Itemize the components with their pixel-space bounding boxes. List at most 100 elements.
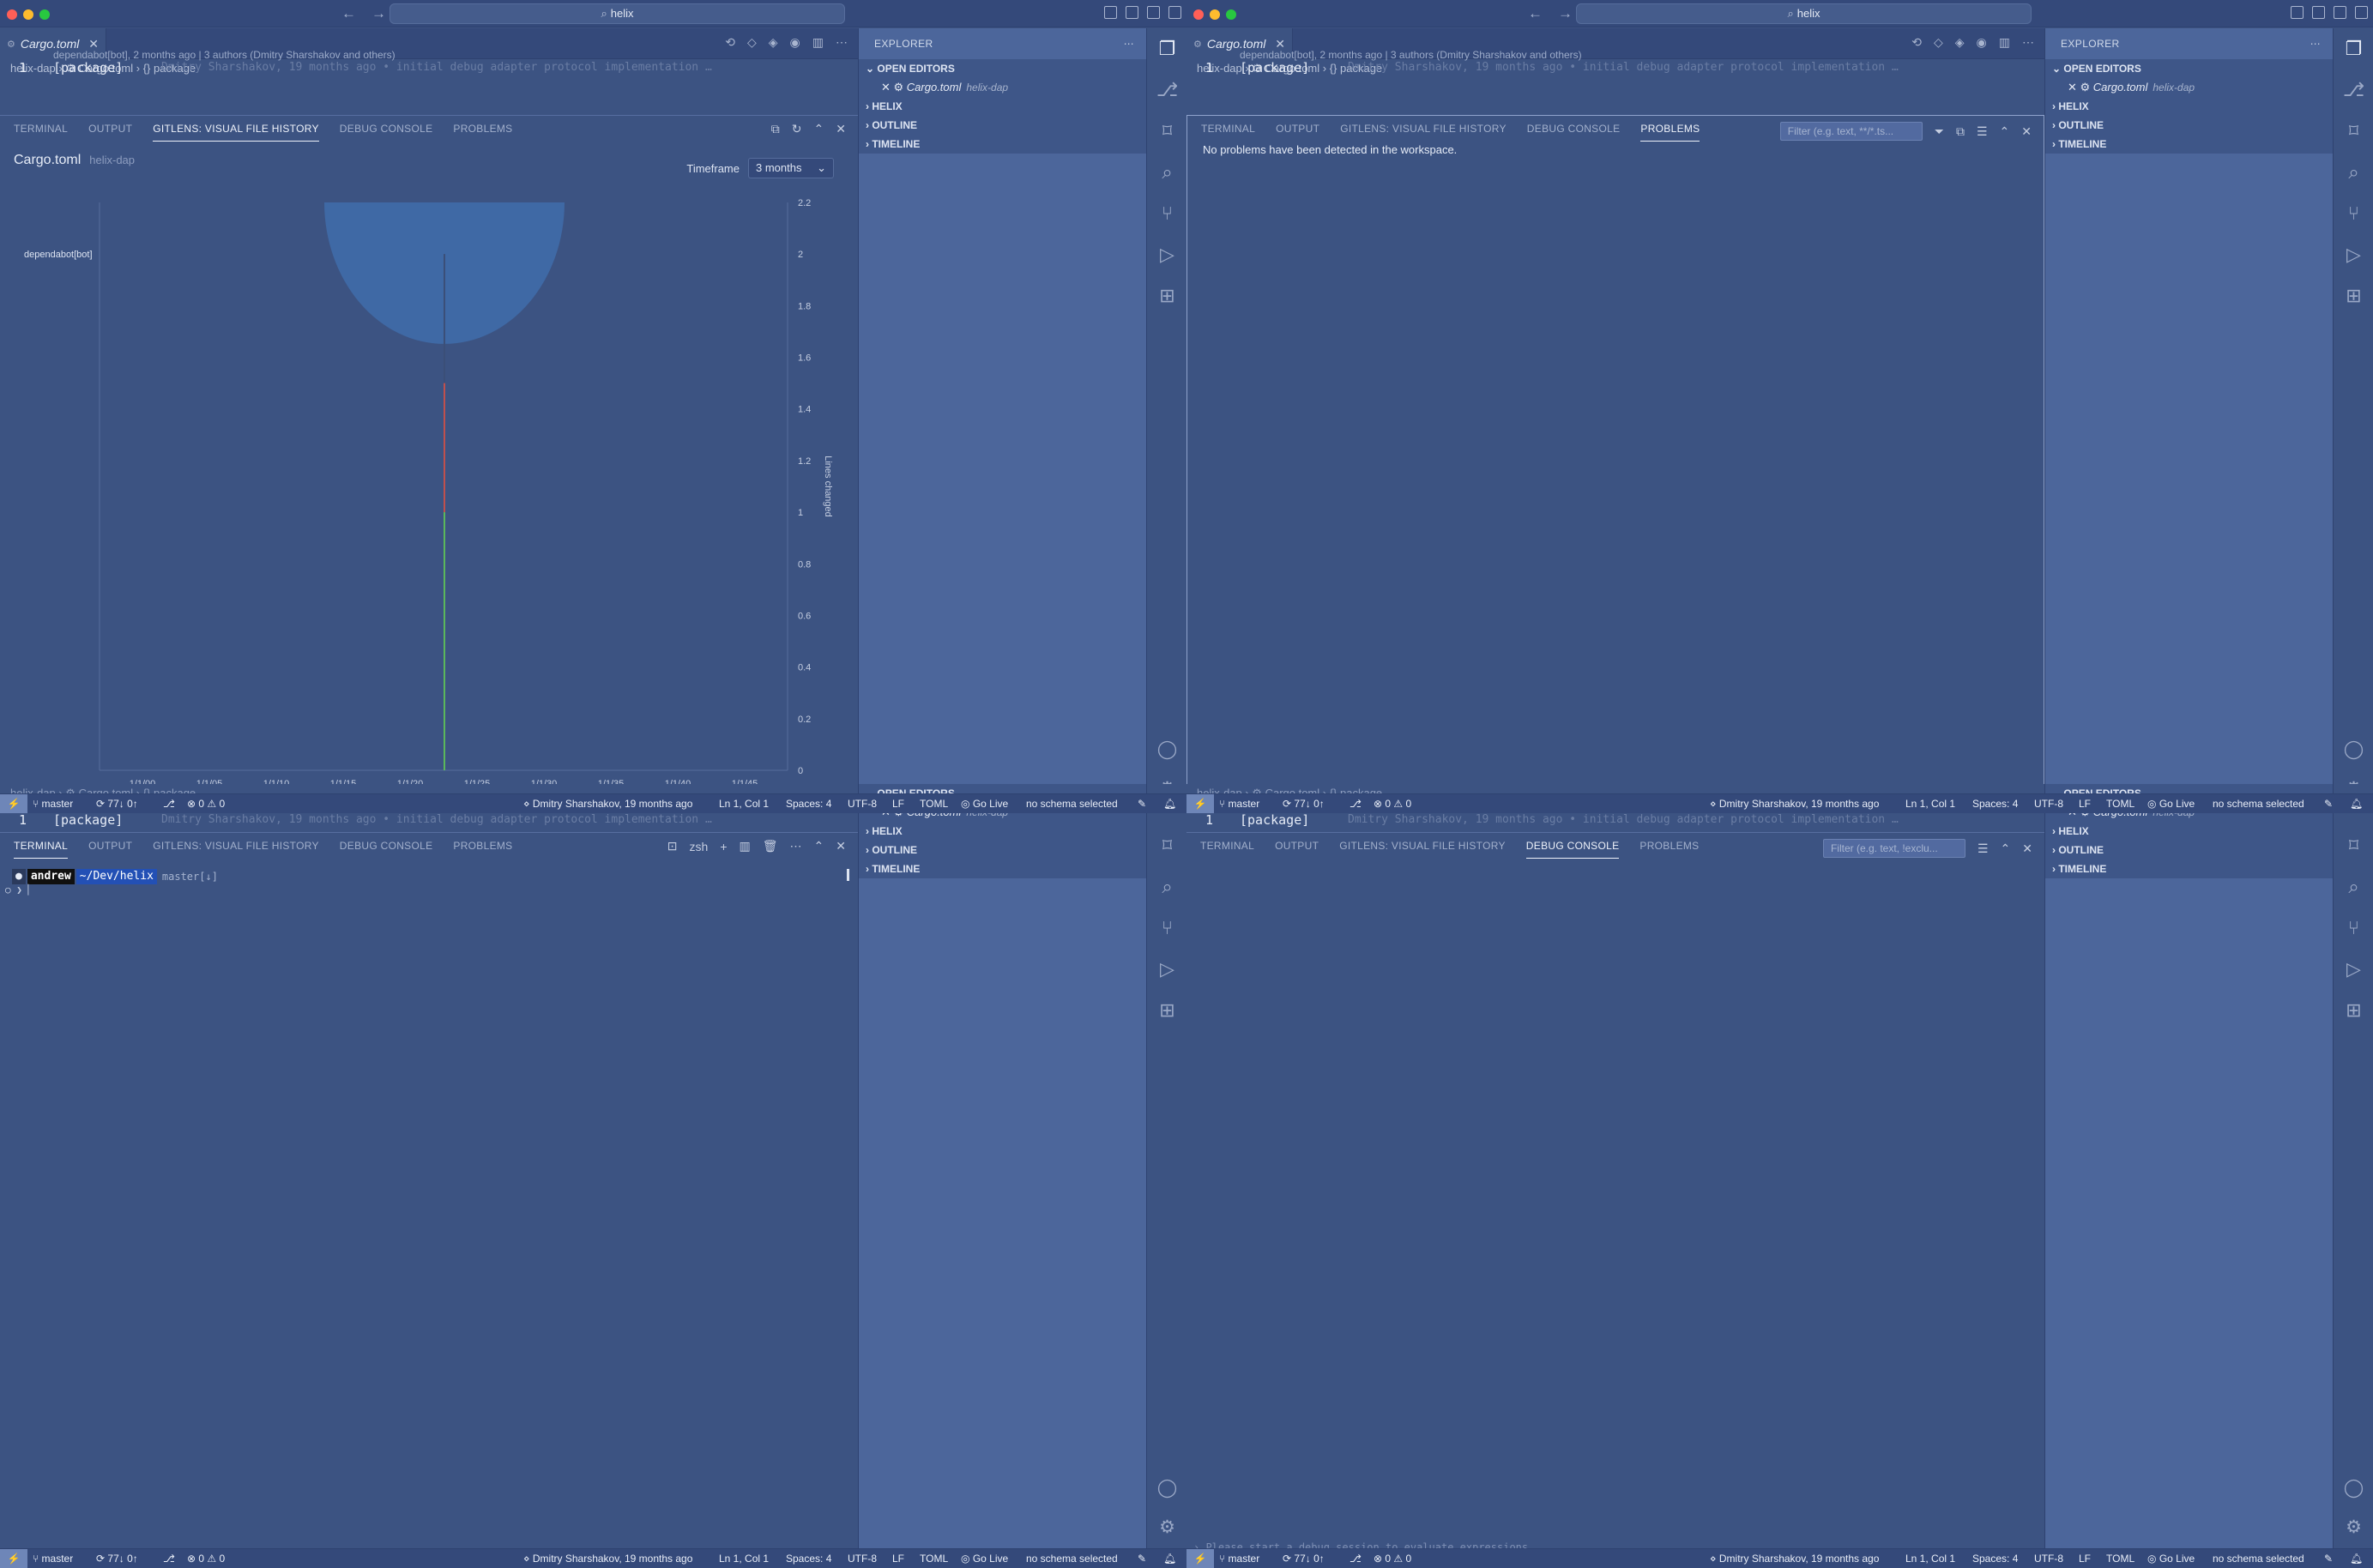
language-status[interactable]: TOML: [2106, 1549, 2134, 1568]
split-editor-icon[interactable]: ▥: [812, 35, 824, 50]
code-line[interactable]: 1 [package] Dmitry Sharshakov, 19 months…: [1186, 812, 2044, 831]
maximize-panel-icon[interactable]: ⌃: [814, 839, 824, 853]
blame-status[interactable]: ⋄ Dmitry Sharshakov, 19 months ago: [523, 1549, 692, 1568]
gitlens-status-icon[interactable]: ⎇: [1350, 1549, 1362, 1568]
bookmark-icon[interactable]: ⌑: [1147, 825, 1186, 866]
close-panel-icon[interactable]: ✕: [2022, 841, 2032, 856]
tab-output[interactable]: OUTPUT: [1275, 833, 1319, 859]
indentation-status[interactable]: Spaces: 4: [786, 794, 831, 813]
tab-terminal[interactable]: TERMINAL: [1200, 833, 1254, 859]
filter-icon[interactable]: ⏷: [1935, 124, 1944, 139]
tab-debug-console[interactable]: DEBUG CONSOLE: [1527, 116, 1621, 142]
code-line[interactable]: 1 [package] Dmitry Sharshakov, 19 months…: [0, 812, 858, 831]
next-change-icon[interactable]: ◈: [769, 35, 778, 50]
go-live-button[interactable]: ◎ Go Live: [961, 794, 1008, 813]
open-editors-section[interactable]: ⌄ OPEN EDITORS: [2045, 59, 2333, 78]
bookmark-icon[interactable]: ⌑: [2334, 825, 2373, 866]
source-control-icon[interactable]: ⑂: [2334, 908, 2373, 949]
timeline-section[interactable]: › TIMELINE: [2045, 859, 2333, 878]
explorer-icon[interactable]: ❐: [2334, 28, 2373, 69]
forward-arrow-icon[interactable]: →: [371, 5, 386, 22]
clear-console-icon[interactable]: ☰: [1978, 841, 1989, 856]
code-line[interactable]: 1 [package] Dmitry Sharshakov, 19 months…: [1186, 60, 2044, 79]
terminal-prompt[interactable]: ● andrew ~/Dev/helix master[↓]: [12, 869, 221, 884]
timeline-section[interactable]: › TIMELINE: [2045, 135, 2333, 154]
timeline-section[interactable]: › TIMELINE: [859, 859, 1146, 878]
zoom-window-button[interactable]: [1226, 9, 1236, 20]
back-arrow-icon[interactable]: ←: [1528, 5, 1543, 22]
blame-status[interactable]: ⋄ Dmitry Sharshakov, 19 months ago: [1710, 794, 1879, 813]
encoding-status[interactable]: UTF-8: [848, 794, 877, 813]
outline-section[interactable]: › OUTLINE: [2045, 116, 2333, 135]
open-editor-item[interactable]: ✕ ⚙ Cargo.tomlhelix-dap: [859, 78, 1146, 97]
maximize-panel-icon[interactable]: ⌃: [2001, 841, 2011, 856]
open-changes-icon[interactable]: ◉: [790, 35, 800, 50]
gear-icon[interactable]: ⚙: [2334, 1510, 2373, 1544]
debug-filter-input[interactable]: Filter (e.g. text, !exclu...: [1822, 839, 1965, 858]
remote-indicator[interactable]: ⚡: [1186, 794, 1214, 813]
gear-icon[interactable]: ⚙: [1147, 771, 1186, 785]
customize-layout-icon[interactable]: [2355, 6, 2368, 19]
helix-section[interactable]: › HELIX: [859, 97, 1146, 116]
source-control-icon[interactable]: ⑂: [1147, 193, 1186, 234]
cursor-position[interactable]: Ln 1, Col 1: [1905, 794, 1955, 813]
gitlens-status-icon[interactable]: ⎇: [163, 794, 175, 813]
toggle-panel-icon[interactable]: [1126, 6, 1138, 19]
tab-terminal[interactable]: TERMINAL: [1201, 116, 1255, 142]
tab-debug-console[interactable]: DEBUG CONSOLE: [340, 833, 433, 859]
problems-filter-input[interactable]: Filter (e.g. text, **/*.ts...: [1779, 122, 1923, 141]
git-compare-icon[interactable]: ⟲: [725, 35, 735, 50]
close-panel-icon[interactable]: ✕: [836, 839, 846, 853]
refresh-icon[interactable]: ↻: [792, 122, 802, 136]
close-window-button[interactable]: [7, 9, 17, 20]
search-icon[interactable]: ⌕: [2334, 866, 2373, 908]
sync-status[interactable]: ⟳ 77↓ 0↑: [1283, 1549, 1325, 1568]
extensions-icon[interactable]: ⊞: [2334, 275, 2373, 317]
next-change-icon[interactable]: ◈: [1955, 35, 1965, 50]
problems-status[interactable]: ⊗ 0 ⚠ 0: [187, 794, 225, 813]
tab-debug-console[interactable]: DEBUG CONSOLE: [1525, 833, 1620, 859]
search-icon[interactable]: ⌕: [1147, 866, 1186, 908]
source-control-icon[interactable]: ⑂: [2334, 193, 2373, 234]
branch-status[interactable]: ⑂ master: [33, 1549, 73, 1568]
close-window-button[interactable]: [1193, 9, 1204, 20]
cursor-position[interactable]: Ln 1, Col 1: [719, 1549, 769, 1568]
maximize-panel-icon[interactable]: ⌃: [2000, 124, 2010, 139]
language-status[interactable]: TOML: [2106, 794, 2134, 813]
tab-problems[interactable]: PROBLEMS: [453, 116, 512, 142]
gitlens-icon[interactable]: ⎇: [1147, 69, 1186, 111]
tab-output[interactable]: OUTPUT: [88, 116, 132, 142]
code-text[interactable]: [package]: [53, 812, 123, 828]
account-icon[interactable]: ◯: [2334, 1470, 2373, 1505]
trash-icon[interactable]: 🗑: [763, 839, 778, 853]
go-live-button[interactable]: ◎ Go Live: [2147, 1549, 2195, 1568]
code-text[interactable]: [package]: [1240, 60, 1309, 75]
problems-status[interactable]: ⊗ 0 ⚠ 0: [187, 1549, 225, 1568]
account-icon[interactable]: ◯: [1147, 732, 1186, 766]
bell-icon[interactable]: 🔔︎: [1163, 1549, 1176, 1568]
search-icon[interactable]: ⌕: [1147, 152, 1186, 193]
extensions-icon[interactable]: ⊞: [1147, 275, 1186, 317]
toggle-sidebar-icon[interactable]: [2291, 6, 2304, 19]
toggle-panel-icon[interactable]: [2312, 6, 2325, 19]
open-changes-icon[interactable]: ◉: [1977, 35, 1987, 50]
timeline-section[interactable]: › TIMELINE: [859, 135, 1146, 154]
split-terminal-icon[interactable]: ▥: [740, 839, 751, 853]
bookmark-icon[interactable]: ⌑: [2334, 111, 2373, 152]
close-panel-icon[interactable]: ✕: [2021, 124, 2032, 139]
remote-indicator[interactable]: ⚡: [1186, 1549, 1214, 1568]
branch-status[interactable]: ⑂ master: [33, 794, 73, 813]
indentation-status[interactable]: Spaces: 4: [786, 1549, 831, 1568]
tab-problems[interactable]: PROBLEMS: [1640, 116, 1700, 142]
minimize-window-button[interactable]: [1210, 9, 1220, 20]
run-debug-icon[interactable]: ▷: [1147, 234, 1186, 275]
zoom-window-button[interactable]: [39, 9, 50, 20]
code-text[interactable]: [package]: [1240, 812, 1309, 828]
helix-section[interactable]: › HELIX: [2045, 822, 2333, 841]
close-panel-icon[interactable]: ✕: [836, 122, 846, 136]
outline-section[interactable]: › OUTLINE: [859, 841, 1146, 859]
feedback-icon[interactable]: ✎: [1138, 1549, 1146, 1568]
bell-icon[interactable]: 🔔︎: [2350, 1549, 2363, 1568]
schema-status[interactable]: no schema selected: [2213, 794, 2304, 813]
toggle-sidebar-icon[interactable]: [1104, 6, 1117, 19]
